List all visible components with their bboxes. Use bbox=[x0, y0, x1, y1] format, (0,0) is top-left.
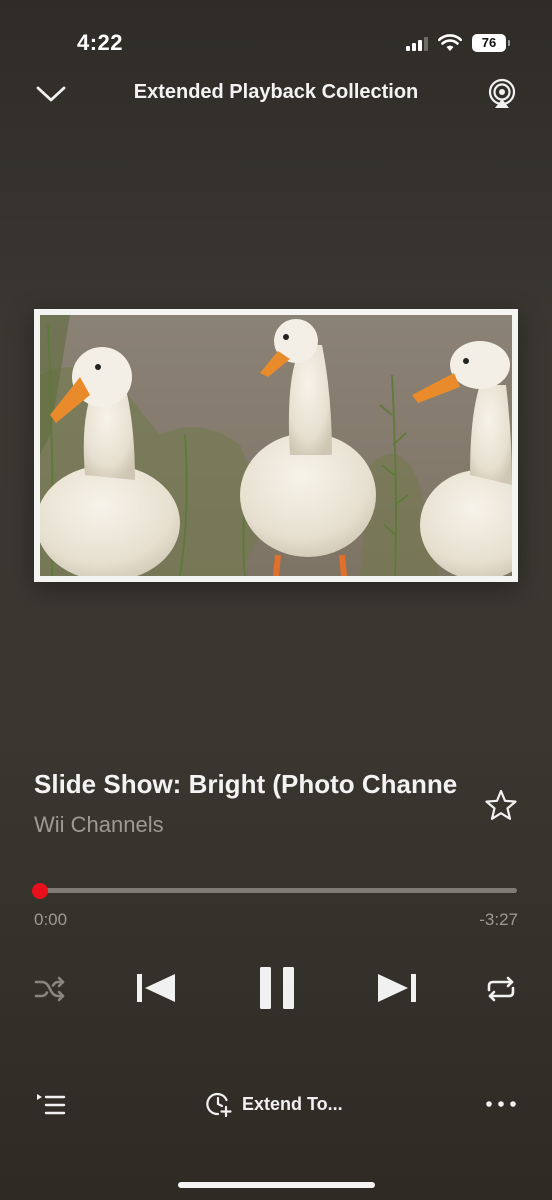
track-artist[interactable]: Wii Channels bbox=[34, 812, 164, 838]
home-indicator[interactable] bbox=[178, 1182, 375, 1188]
progress-knob[interactable] bbox=[32, 883, 48, 899]
previous-track-icon[interactable] bbox=[133, 968, 179, 1008]
album-artwork-ducks bbox=[40, 315, 512, 576]
star-outline-icon[interactable] bbox=[484, 788, 518, 822]
status-time: 4:22 bbox=[77, 30, 124, 55]
more-dots-icon[interactable] bbox=[484, 1094, 518, 1114]
track-title: Slide Show: Bright (Photo Channe bbox=[34, 769, 458, 799]
battery-icon: 76 bbox=[472, 34, 510, 52]
shuffle-icon[interactable] bbox=[34, 974, 66, 1004]
repeat-icon[interactable] bbox=[485, 974, 517, 1004]
time-elapsed: 0:00 bbox=[34, 910, 68, 929]
header-title: Extended Playback Collection bbox=[133, 81, 419, 103]
clock-plus-icon bbox=[206, 1093, 232, 1117]
album-artwork[interactable] bbox=[34, 309, 518, 582]
pause-icon[interactable] bbox=[256, 964, 298, 1012]
next-track-icon[interactable] bbox=[374, 968, 420, 1008]
progress-track[interactable] bbox=[40, 888, 517, 893]
time-remaining: -3:27 bbox=[479, 910, 518, 929]
wifi-icon bbox=[438, 34, 462, 51]
extend-label: Extend To... bbox=[242, 1093, 343, 1114]
airplay-icon[interactable] bbox=[486, 78, 518, 110]
cellular-signal-icon bbox=[406, 35, 428, 51]
extend-button[interactable]: Extend To... bbox=[206, 1090, 343, 1118]
status-icons: 76 bbox=[406, 34, 510, 52]
queue-list-icon[interactable] bbox=[36, 1092, 66, 1118]
